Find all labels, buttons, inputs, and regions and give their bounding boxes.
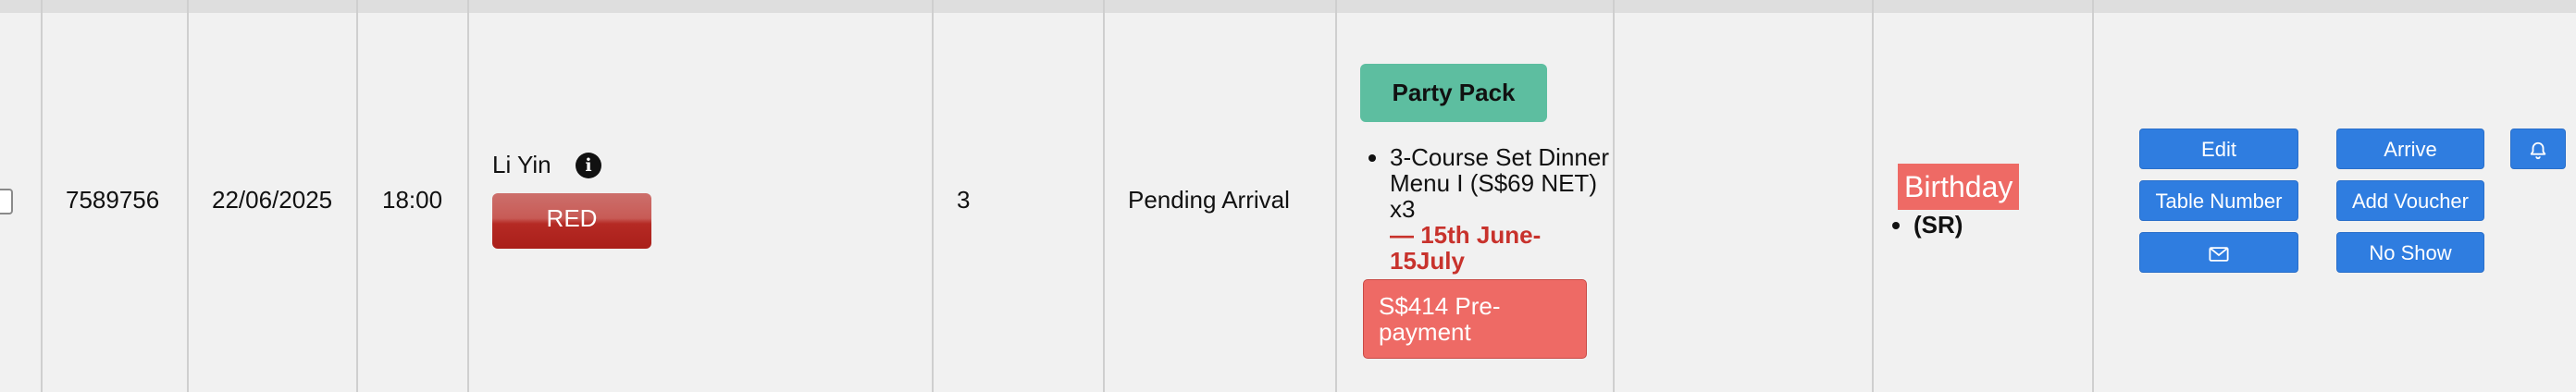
menu-list: 3-Course Set Dinner Menu I (S$69 NET) x3…	[1358, 144, 1612, 274]
envelope-icon	[2209, 241, 2229, 264]
menu-dates: — 15th June-15July	[1390, 221, 1542, 275]
bell-icon	[2528, 138, 2548, 161]
column-divider	[1335, 0, 1337, 392]
prepayment-badge: S$414 Pre-payment	[1363, 279, 1587, 359]
booking-status: Pending Arrival	[1128, 186, 1290, 214]
booking-date: 22/06/2025	[212, 186, 333, 214]
column-divider	[1103, 0, 1105, 392]
occasion-badge: Birthday	[1898, 164, 2020, 210]
occasion-note: (SR)	[1913, 211, 1963, 239]
email-button[interactable]	[2139, 232, 2298, 273]
column-divider	[467, 0, 469, 392]
arrive-button[interactable]: Arrive	[2336, 129, 2484, 169]
no-show-button[interactable]: No Show	[2336, 232, 2484, 273]
column-divider	[1613, 0, 1615, 392]
column-divider	[356, 0, 358, 392]
menu-item-text: 3-Course Set Dinner Menu I (S$69 NET) x3	[1390, 143, 1609, 223]
table-header-strip	[0, 0, 2576, 13]
edit-button[interactable]: Edit	[2139, 129, 2298, 169]
guest-name[interactable]: Li Yin	[492, 151, 551, 179]
tier-badge: RED	[492, 193, 651, 249]
row-select-checkbox[interactable]	[0, 189, 13, 214]
booking-id: 7589756	[66, 186, 160, 214]
column-divider	[1872, 0, 1874, 392]
booking-time: 18:00	[382, 186, 443, 214]
column-divider	[187, 0, 189, 392]
notify-button[interactable]	[2510, 129, 2566, 169]
add-voucher-button[interactable]: Add Voucher	[2336, 180, 2484, 221]
info-icon[interactable]: i	[576, 153, 601, 178]
list-item: 3-Course Set Dinner Menu I (S$69 NET) x3…	[1390, 144, 1612, 274]
column-divider	[2092, 0, 2094, 392]
column-divider	[41, 0, 43, 392]
occasion-notes: (SR)	[1884, 211, 1963, 239]
pax-count: 3	[957, 186, 971, 214]
package-badge: Party Pack	[1360, 64, 1547, 122]
table-number-button[interactable]: Table Number	[2139, 180, 2298, 221]
column-divider	[932, 0, 934, 392]
